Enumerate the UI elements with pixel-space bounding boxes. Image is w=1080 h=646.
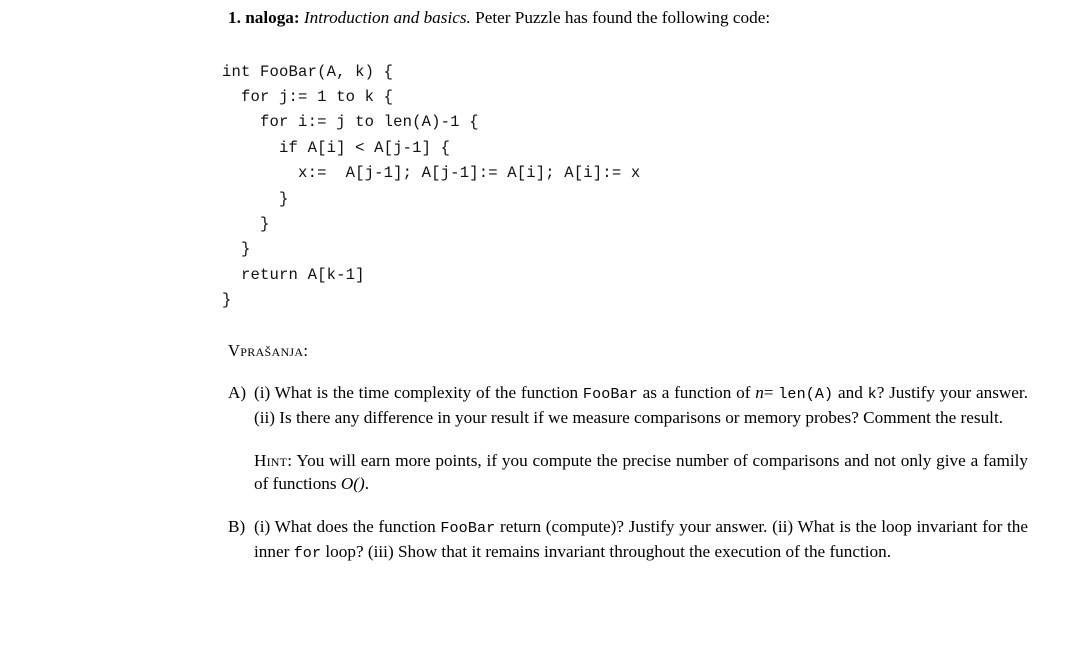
problem-lead-in: Peter Puzzle has found the following cod… (475, 8, 771, 27)
question-a-hint: Hint: You will earn more points, if you … (254, 449, 1028, 496)
question-item-b: B) (i) What does the function FooBar ret… (228, 515, 1028, 566)
inline-code-foobar-b: FooBar (440, 518, 496, 537)
question-a-text-1: (i) What is the time complexity of the f… (254, 383, 583, 402)
question-a-body: (i) What is the time complexity of the f… (254, 381, 1028, 430)
hint-label: Hint: (254, 450, 293, 470)
question-b-body: (i) What does the function FooBar return… (254, 515, 1028, 566)
inline-code-for: for (293, 544, 322, 563)
question-item-a: A) (i) What is the time complexity of th… (228, 381, 1028, 496)
questions-list: A) (i) What is the time complexity of th… (228, 381, 1028, 565)
inline-code-foobar: FooBar (582, 385, 638, 403)
code-block: int FooBar(A, k) { for j:= 1 to k { for … (222, 62, 641, 310)
question-b-text-1: (i) What does the function (254, 516, 441, 536)
hint-text: You will earn more points, if you comput… (254, 450, 1028, 494)
question-a-text-2: as a function of (637, 383, 756, 402)
question-a-text-3: and (833, 383, 868, 402)
problem-number: 1. naloga: (228, 8, 300, 27)
question-label-b: B) (228, 516, 246, 536)
math-big-o: O() (340, 474, 365, 494)
problem-statement: 1. naloga: Introduction and basics. Pete… (228, 6, 1028, 30)
questions-heading: Vprašanja: (228, 341, 309, 360)
document-page: 1. naloga: Introduction and basics. Pete… (0, 0, 1080, 646)
math-equals: = (763, 383, 774, 402)
question-b-text-3: loop? (iii) Show that it remains invaria… (321, 542, 892, 562)
question-label-a: A) (228, 383, 247, 402)
math-variable-n: n (755, 383, 764, 402)
inline-code-len-a: len(A) (778, 385, 834, 403)
hint-period: . (364, 474, 370, 494)
inline-code-k: k (867, 385, 877, 403)
problem-subject: Introduction and basics. (303, 8, 471, 27)
